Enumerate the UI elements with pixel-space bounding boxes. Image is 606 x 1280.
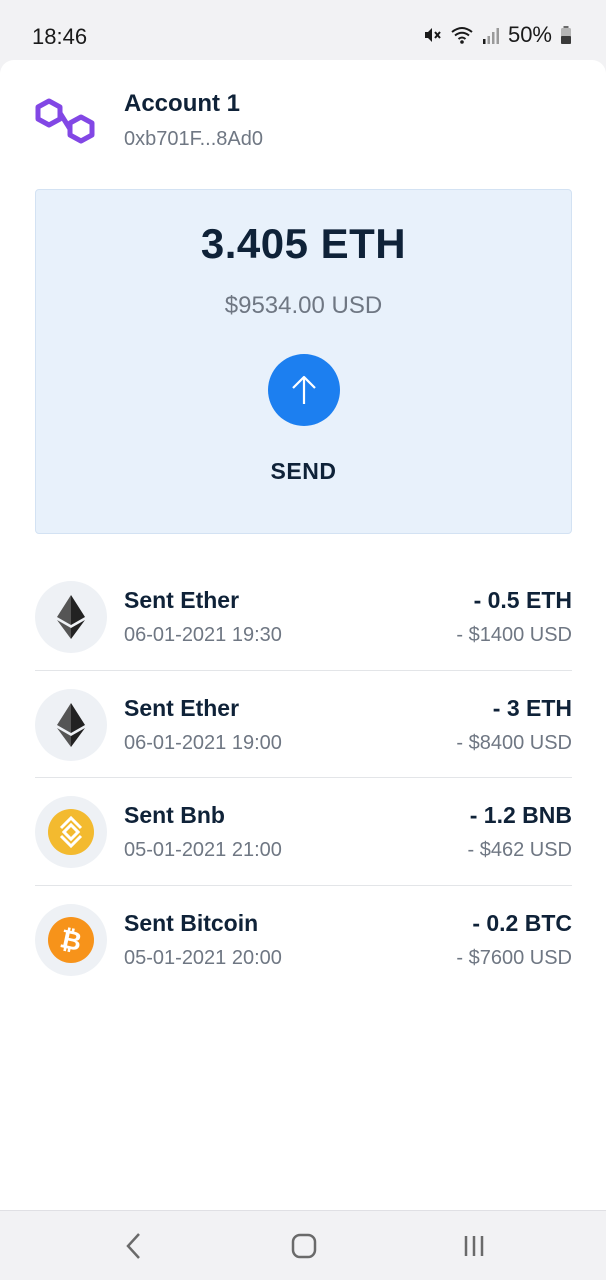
battery-percent: 50% <box>507 22 552 47</box>
transaction-amount: - 3 ETH <box>492 694 572 721</box>
home-button[interactable] <box>284 1229 324 1263</box>
transaction-list: Sent Ether 06-01-2021 19:30 - 0.5 ETH - … <box>35 563 572 993</box>
transaction-row[interactable]: Sent Ether 06-01-2021 19:00 - 3 ETH - $8… <box>35 671 572 778</box>
transaction-amount: - 0.5 ETH <box>473 587 572 613</box>
recents-icon <box>464 1236 484 1256</box>
transaction-title: Sent Bnb <box>124 802 225 828</box>
bitcoin-icon: ₿ <box>35 903 107 976</box>
ethereum-icon <box>35 688 107 761</box>
battery-icon <box>561 26 571 44</box>
status-icons: 50% <box>422 22 572 48</box>
transaction-amount: - 1.2 BNB <box>469 802 572 828</box>
transaction-title: Sent Ether <box>124 587 240 613</box>
transaction-usd: - $7600 USD <box>456 946 572 969</box>
transaction-row[interactable]: Sent Ether 06-01-2021 19:30 - 0.5 ETH - … <box>35 563 572 671</box>
send-label[interactable]: SEND <box>36 458 571 485</box>
transaction-row[interactable]: Sent Bnb 05-01-2021 21:00 - 1.2 BNB - $4… <box>35 778 572 886</box>
wifi-icon <box>451 27 473 44</box>
account-header[interactable]: Account 1 0xb701F...8Ad0 <box>34 90 574 160</box>
transaction-amount: - 0.2 BTC <box>472 909 572 936</box>
transaction-row[interactable]: ₿ Sent Bitcoin 05-01-2021 20:00 - 0.2 BT… <box>35 886 572 994</box>
home-icon <box>291 1233 317 1259</box>
status-time: 18:46 <box>32 24 88 49</box>
status-bar: 18:46 50% <box>0 0 606 60</box>
ethereum-icon <box>35 581 107 653</box>
transaction-title: Sent Ether <box>124 694 240 721</box>
mute-icon <box>424 28 441 42</box>
transaction-date: 06-01-2021 19:30 <box>124 624 282 646</box>
balance-usd: $9534.00 USD <box>224 292 383 319</box>
balance-panel: 3.405 ETH $9534.00 USD SEND <box>35 189 572 534</box>
transaction-title: Sent Bitcoin <box>124 909 259 936</box>
back-button[interactable] <box>114 1229 154 1263</box>
balance-amount: 3.405 ETH <box>200 220 407 267</box>
transaction-date: 05-01-2021 21:00 <box>124 839 282 861</box>
transaction-usd: - $1400 USD <box>456 624 572 646</box>
transaction-date: 06-01-2021 19:00 <box>124 731 282 754</box>
account-address[interactable]: 0xb701F...8Ad0 <box>124 128 263 151</box>
system-nav-bar <box>0 1210 606 1280</box>
transaction-date: 05-01-2021 20:00 <box>124 946 282 969</box>
back-icon <box>126 1233 140 1259</box>
arrow-up-icon <box>292 375 316 404</box>
transaction-usd: - $462 USD <box>467 839 573 861</box>
bnb-icon <box>35 796 107 868</box>
recents-button[interactable] <box>454 1229 494 1263</box>
account-name: Account 1 <box>124 90 241 117</box>
polygon-logo-icon <box>35 98 95 144</box>
transaction-usd: - $8400 USD <box>456 731 572 754</box>
send-button[interactable] <box>268 354 340 426</box>
signal-icon <box>482 28 499 44</box>
